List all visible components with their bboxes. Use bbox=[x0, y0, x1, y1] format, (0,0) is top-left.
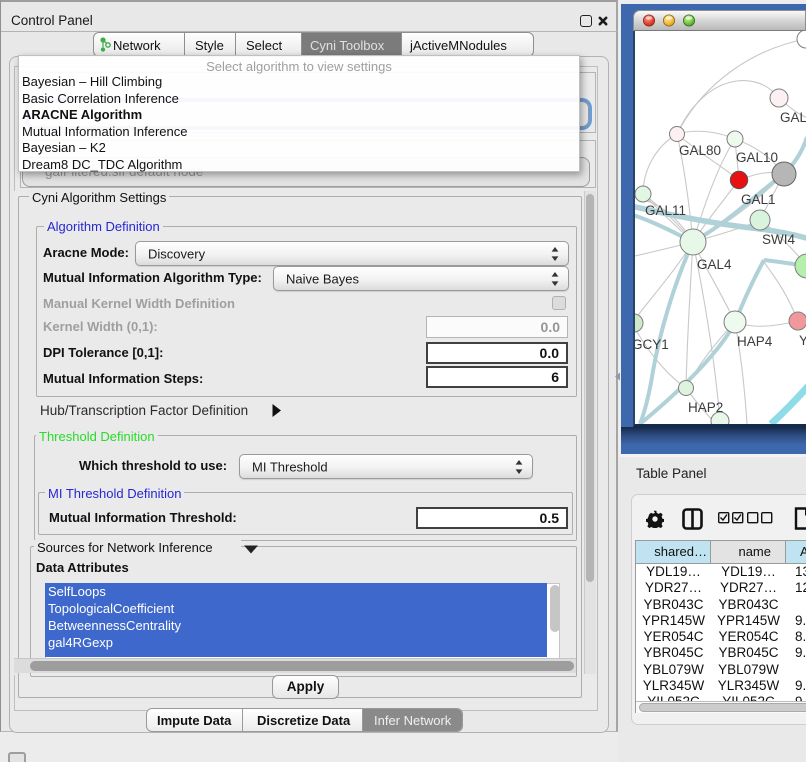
svg-text:GAL11: GAL11 bbox=[645, 203, 686, 218]
svg-text:GAL4: GAL4 bbox=[697, 257, 732, 272]
svg-text:GAL7: GAL7 bbox=[780, 110, 806, 125]
svg-text:GAL10: GAL10 bbox=[736, 150, 778, 165]
svg-text:HAP2: HAP2 bbox=[688, 400, 723, 415]
svg-text:GAL1: GAL1 bbox=[741, 192, 776, 207]
svg-text:GAL80: GAL80 bbox=[679, 143, 721, 158]
svg-text:HAP4: HAP4 bbox=[737, 334, 773, 349]
svg-text:SWI4: SWI4 bbox=[762, 232, 795, 247]
svg-text:Y: Y bbox=[799, 333, 806, 348]
svg-text:GCY1: GCY1 bbox=[635, 337, 669, 352]
